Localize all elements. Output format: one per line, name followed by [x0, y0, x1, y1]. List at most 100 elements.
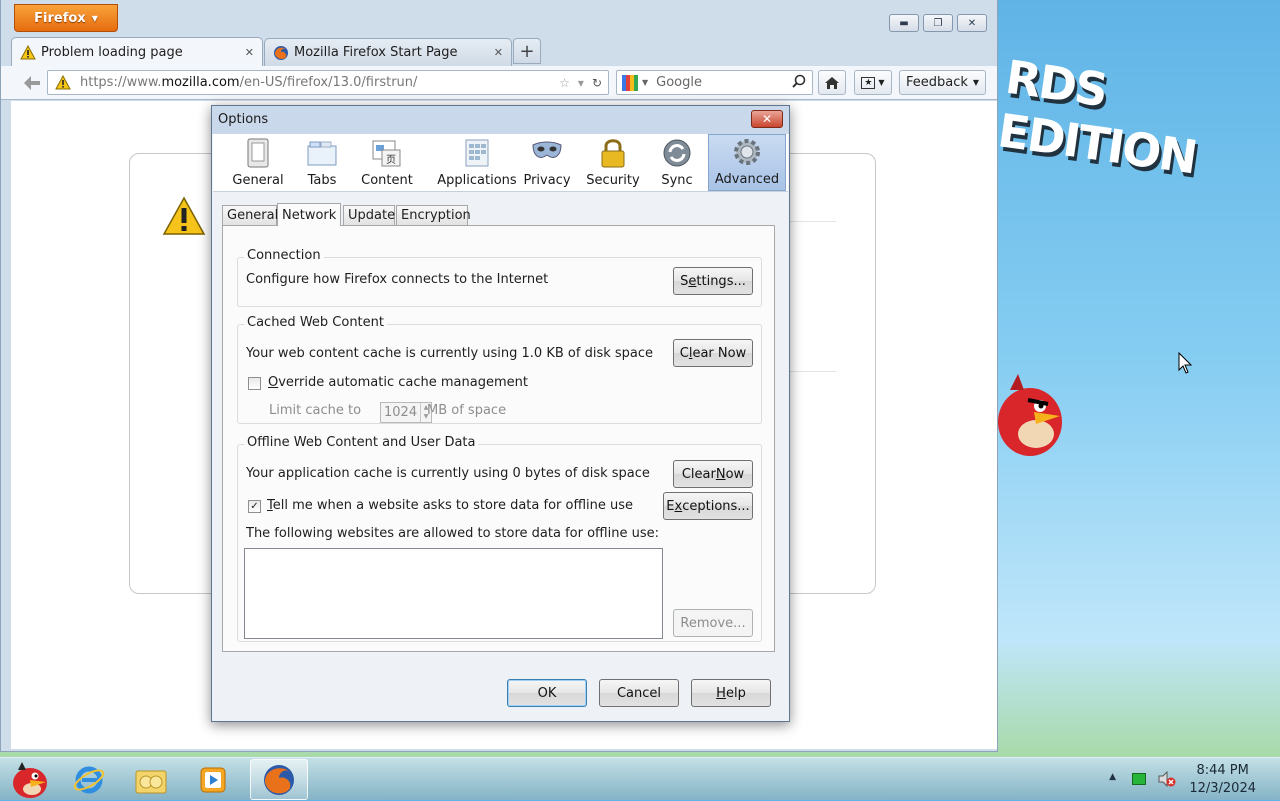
close-window-button[interactable]: ✕ — [957, 14, 987, 32]
network-status-icon[interactable] — [1132, 773, 1146, 785]
firefox-logo-icon — [264, 764, 294, 795]
pane-sync[interactable]: Sync — [649, 134, 705, 191]
bookmarks-menu-button[interactable]: ★ ▼ — [854, 70, 892, 95]
close-tab-icon[interactable]: ✕ — [245, 46, 254, 59]
connection-group: Connection Configure how Firefox connect… — [237, 248, 762, 307]
search-bar[interactable]: ▼ Google — [616, 70, 813, 95]
internet-explorer-icon — [73, 766, 105, 793]
pane-tabs[interactable]: Tabs — [293, 134, 351, 191]
new-tab-button[interactable]: + — [513, 38, 541, 64]
pane-label: Sync — [661, 173, 693, 188]
tab-label: Mozilla Firefox Start Page — [294, 45, 458, 60]
options-pane-toolbar: General Tabs 页 Content Applications Priv… — [213, 134, 788, 192]
search-engine-dropdown-icon[interactable]: ▼ — [642, 78, 648, 87]
chevron-down-icon: ▼ — [972, 78, 979, 87]
magnifier-search-icon[interactable] — [792, 74, 806, 92]
limit-cache-label: Limit cache to — [269, 403, 362, 418]
svg-text:页: 页 — [386, 154, 396, 166]
tab-firefox-start[interactable]: Mozilla Firefox Start Page ✕ — [264, 38, 512, 66]
back-button[interactable] — [17, 70, 47, 96]
tab-strip: Problem loading page ✕ Mozilla Firefox S… — [11, 36, 991, 67]
feedback-button[interactable]: Feedback ▼ — [899, 70, 986, 95]
pane-advanced[interactable]: Advanced — [708, 134, 786, 191]
pane-applications[interactable]: Applications — [425, 134, 529, 191]
url-bar[interactable]: https://www.mozilla.com/en-US/firefox/13… — [47, 70, 609, 95]
pane-label: Advanced — [714, 172, 780, 187]
firefox-logo-icon — [273, 45, 289, 61]
google-search-engine-icon[interactable] — [622, 74, 638, 91]
override-cache-checkbox[interactable] — [248, 377, 261, 390]
help-button[interactable]: Help — [691, 679, 771, 707]
taskbar-media-player[interactable] — [184, 759, 242, 800]
offline-usage-text: Your application cache is currently usin… — [246, 466, 650, 481]
feedback-label: Feedback — [906, 75, 968, 90]
taskbar-firefox[interactable] — [250, 759, 308, 800]
connection-settings-button[interactable]: Se ttings... — [673, 267, 753, 295]
network-panel: Connection Configure how Firefox connect… — [222, 225, 775, 652]
offline-list-label: The following websites are allowed to st… — [246, 526, 659, 541]
pane-general[interactable]: General — [223, 134, 293, 191]
home-icon — [825, 76, 839, 89]
close-dialog-button[interactable]: ✕ — [751, 110, 783, 128]
clear-offline-button[interactable]: Clear Now — [673, 460, 753, 488]
sync-icon — [661, 137, 693, 169]
dialog-title: Options — [218, 112, 269, 127]
connection-title: Connection — [244, 248, 324, 263]
pane-label: Content — [361, 173, 413, 188]
tab-label: Problem loading page — [41, 45, 183, 60]
warning-icon — [20, 44, 36, 61]
angry-bird-start-icon — [13, 761, 47, 798]
pane-privacy[interactable]: Privacy — [519, 134, 575, 191]
reload-icon[interactable]: ↻ — [592, 76, 602, 90]
subtab-general[interactable]: General — [222, 205, 278, 225]
tabs-icon — [306, 137, 338, 169]
exceptions-button[interactable]: Ex ceptions... — [663, 492, 753, 520]
divider — [790, 221, 836, 222]
site-warning-icon — [52, 74, 74, 91]
pane-content[interactable]: 页 Content — [353, 134, 421, 191]
applications-icon — [461, 137, 493, 169]
taskbar: ▲ 8:44 PM 12/3/2024 — [0, 757, 1280, 800]
pane-label: Applications — [437, 173, 517, 188]
firefox-menu-button[interactable]: Firefox ▼ — [14, 4, 118, 32]
subtab-network[interactable]: Network — [277, 203, 341, 226]
clear-cache-button[interactable]: Cl ear Now — [673, 339, 753, 367]
home-button[interactable] — [818, 70, 846, 95]
offline-group: Offline Web Content and User Data Your a… — [237, 435, 762, 642]
desktop-wallpaper-text: RDS EDITION — [994, 49, 1200, 185]
cache-limit-input[interactable]: 1024 ▲ ▼ — [380, 402, 432, 423]
start-button[interactable] — [0, 759, 58, 800]
tell-offline-checkbox[interactable]: ✓ — [248, 500, 261, 513]
tell-offline-label: Tell me when a website asks to store dat… — [267, 498, 634, 513]
ok-button[interactable]: OK — [507, 679, 587, 707]
cache-title: Cached Web Content — [244, 315, 387, 330]
pane-security[interactable]: Security — [583, 134, 643, 191]
pane-label: Security — [586, 173, 640, 188]
volume-muted-icon[interactable] — [1158, 770, 1176, 791]
remove-site-button[interactable]: Remove... — [673, 609, 753, 637]
override-cache-label: Override automatic cache management — [268, 375, 528, 390]
taskbar-clock[interactable]: 8:44 PM 12/3/2024 — [1189, 762, 1256, 798]
cancel-button[interactable]: Cancel — [599, 679, 679, 707]
close-tab-icon[interactable]: ✕ — [494, 46, 503, 59]
bookmark-star-icon[interactable]: ☆ — [559, 76, 570, 90]
minimize-button[interactable]: ▬ — [889, 14, 919, 32]
chevron-down-icon: ▼ — [878, 78, 885, 87]
subtab-update[interactable]: Update — [343, 205, 395, 225]
offline-title: Offline Web Content and User Data — [244, 435, 479, 450]
mouse-cursor-icon — [1178, 352, 1193, 374]
padlock-icon — [597, 137, 629, 169]
chevron-down-icon: ▼ — [91, 13, 98, 23]
show-hidden-icons-button[interactable]: ▲ — [1109, 772, 1116, 782]
gear-icon — [731, 136, 763, 168]
tab-problem-loading[interactable]: Problem loading page ✕ — [11, 37, 263, 67]
taskbar-libraries[interactable] — [122, 759, 180, 800]
maximize-button[interactable]: ❐ — [923, 14, 953, 32]
cache-group: Cached Web Content Your web content cach… — [237, 315, 762, 424]
taskbar-internet-explorer[interactable] — [60, 759, 118, 800]
back-arrow-icon — [24, 76, 40, 90]
offline-sites-list[interactable] — [244, 548, 663, 639]
subtab-encryption[interactable]: Encryption — [396, 205, 471, 225]
url-history-dropdown-icon[interactable]: ▾ — [578, 76, 584, 90]
content-icon: 页 — [371, 137, 403, 169]
